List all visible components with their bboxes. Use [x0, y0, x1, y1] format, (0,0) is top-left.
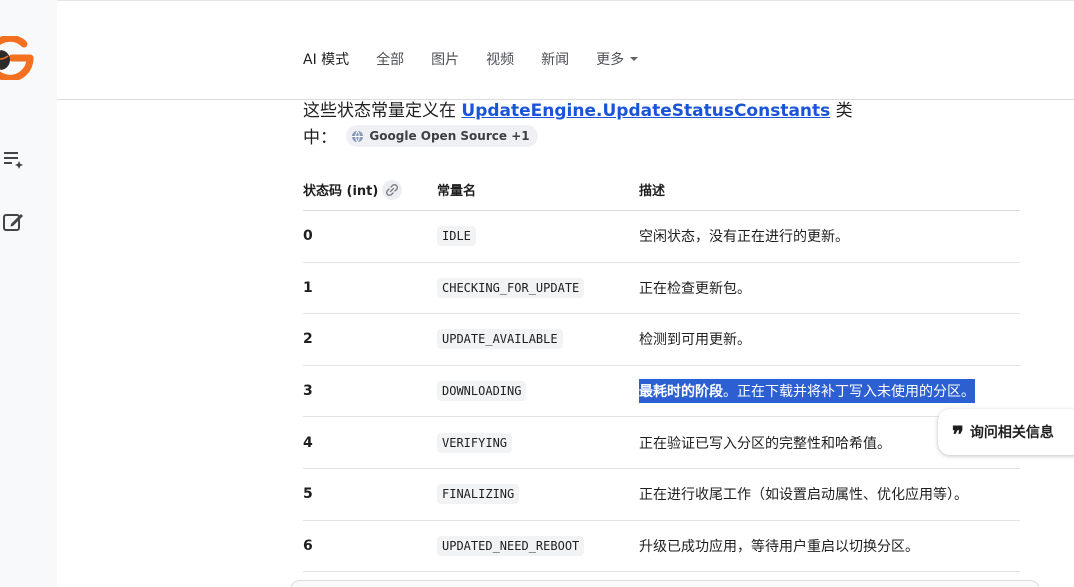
tab-all[interactable]: 全部: [376, 49, 404, 69]
edit-icon[interactable]: [2, 210, 26, 234]
row-name: CHECKING_FOR_UPDATE: [437, 277, 585, 298]
row-name: FINALIZING: [437, 484, 520, 505]
table-row: 1 CHECKING_FOR_UPDATE 正在检查更新包。: [303, 263, 1020, 315]
row-code: 1: [303, 279, 313, 296]
header-constant-name: 常量名: [437, 184, 477, 199]
row-name: DOWNLOADING: [437, 381, 527, 402]
row-name-cell: CHECKING_FOR_UPDATE: [437, 263, 585, 314]
row-code: 3: [303, 383, 313, 400]
tab-videos[interactable]: 视频: [486, 49, 514, 69]
table-row: 5 FINALIZING 正在进行收尾工作（如设置启动属性、优化应用等）。: [303, 469, 1020, 521]
tab-ai-mode[interactable]: AI 模式: [303, 49, 349, 69]
class-link[interactable]: UpdateEngine.UpdateStatusConstants: [461, 101, 830, 121]
selected-text: 最耗时的阶段。正在下载并将补丁写入未使用的分区。: [639, 379, 975, 404]
desc-rest: 。正在下载并将补丁写入未使用的分区。: [723, 384, 975, 401]
intro-line2: 中：: [303, 128, 337, 148]
link-icon[interactable]: [382, 179, 403, 200]
row-code: 0: [303, 228, 313, 245]
row-name-cell: UPDATE_AVAILABLE: [437, 314, 563, 365]
status-table: 状态码 (int) 常量名 描述 0 IDLE 空闲状态，没有正在进行的更新。 …: [303, 166, 1020, 573]
row-name: IDLE: [437, 226, 476, 247]
left-sidebar: [0, 0, 57, 587]
ask-related-label: 询问相关信息: [969, 425, 1054, 441]
row-name: VERIFYING: [437, 432, 513, 453]
row-desc: 检测到可用更新。: [639, 332, 751, 349]
row-desc: 空闲状态，没有正在进行的更新。: [639, 229, 849, 246]
row-desc: 正在进行收尾工作（如设置启动属性、优化应用等）。: [639, 487, 968, 504]
row-name: UPDATE_AVAILABLE: [437, 329, 563, 350]
tab-images[interactable]: 图片: [431, 49, 459, 69]
bottom-input-bar[interactable]: [290, 580, 1040, 587]
row-name-cell: UPDATED_NEED_REBOOT: [437, 521, 585, 572]
source-chip-label: Google Open Source +1: [369, 128, 530, 143]
row-name-cell: IDLE: [437, 211, 476, 262]
row-name-cell: DOWNLOADING: [437, 366, 527, 417]
app-logo-icon[interactable]: [0, 36, 34, 80]
intro-paragraph: 这些状态常量定义在 UpdateEngine.UpdateStatusConst…: [303, 98, 863, 152]
table-row: 0 IDLE 空闲状态，没有正在进行的更新。: [303, 211, 1020, 263]
row-desc-selected: 最耗时的阶段。正在下载并将补丁写入未使用的分区。: [639, 366, 975, 417]
row-code: 2: [303, 331, 313, 348]
table-row: 2 UPDATE_AVAILABLE 检测到可用更新。: [303, 314, 1020, 366]
intro-suffix: 类: [830, 101, 853, 121]
search-tabs: AI 模式 全部 图片 视频 新闻 更多: [303, 49, 665, 69]
row-name-cell: FINALIZING: [437, 469, 520, 520]
globe-icon: [352, 130, 364, 142]
tab-more-label: 更多: [596, 52, 625, 68]
desc-bold: 最耗时的阶段: [639, 384, 723, 401]
table-row: 4 VERIFYING 正在验证已写入分区的完整性和哈希值。: [303, 417, 1020, 469]
row-name-cell: VERIFYING: [437, 417, 513, 468]
row-name: UPDATED_NEED_REBOOT: [437, 535, 585, 556]
row-code: 4: [303, 434, 313, 451]
tab-news[interactable]: 新闻: [541, 49, 569, 69]
source-chip[interactable]: Google Open Source +1: [346, 125, 538, 147]
table-row: 3 DOWNLOADING 最耗时的阶段。正在下载并将补丁写入未使用的分区。: [303, 366, 1020, 418]
ask-related-button[interactable]: ❞ 询问相关信息: [938, 409, 1074, 455]
row-desc: 正在检查更新包。: [639, 280, 751, 297]
header-status-code: 状态码 (int): [303, 179, 403, 202]
quote-icon: ❞: [952, 422, 964, 448]
tab-more[interactable]: 更多: [596, 49, 639, 69]
row-code: 5: [303, 486, 313, 503]
search-header: AI 模式 全部 图片 视频 新闻 更多: [57, 3, 1074, 100]
header-description: 描述: [639, 184, 666, 199]
chevron-down-icon: [630, 57, 639, 61]
table-row: 6 UPDATED_NEED_REBOOT 升级已成功应用，等待用户重启以切换分…: [303, 521, 1020, 573]
row-desc: 正在验证已写入分区的完整性和哈希值。: [639, 435, 891, 452]
intro-prefix: 这些状态常量定义在: [303, 101, 462, 121]
new-list-icon[interactable]: [2, 147, 26, 171]
row-code: 6: [303, 537, 313, 554]
table-header: 状态码 (int) 常量名 描述: [303, 166, 1020, 211]
header-status-code-label: 状态码 (int): [303, 184, 379, 199]
row-desc: 升级已成功应用，等待用户重启以切换分区。: [639, 538, 919, 555]
